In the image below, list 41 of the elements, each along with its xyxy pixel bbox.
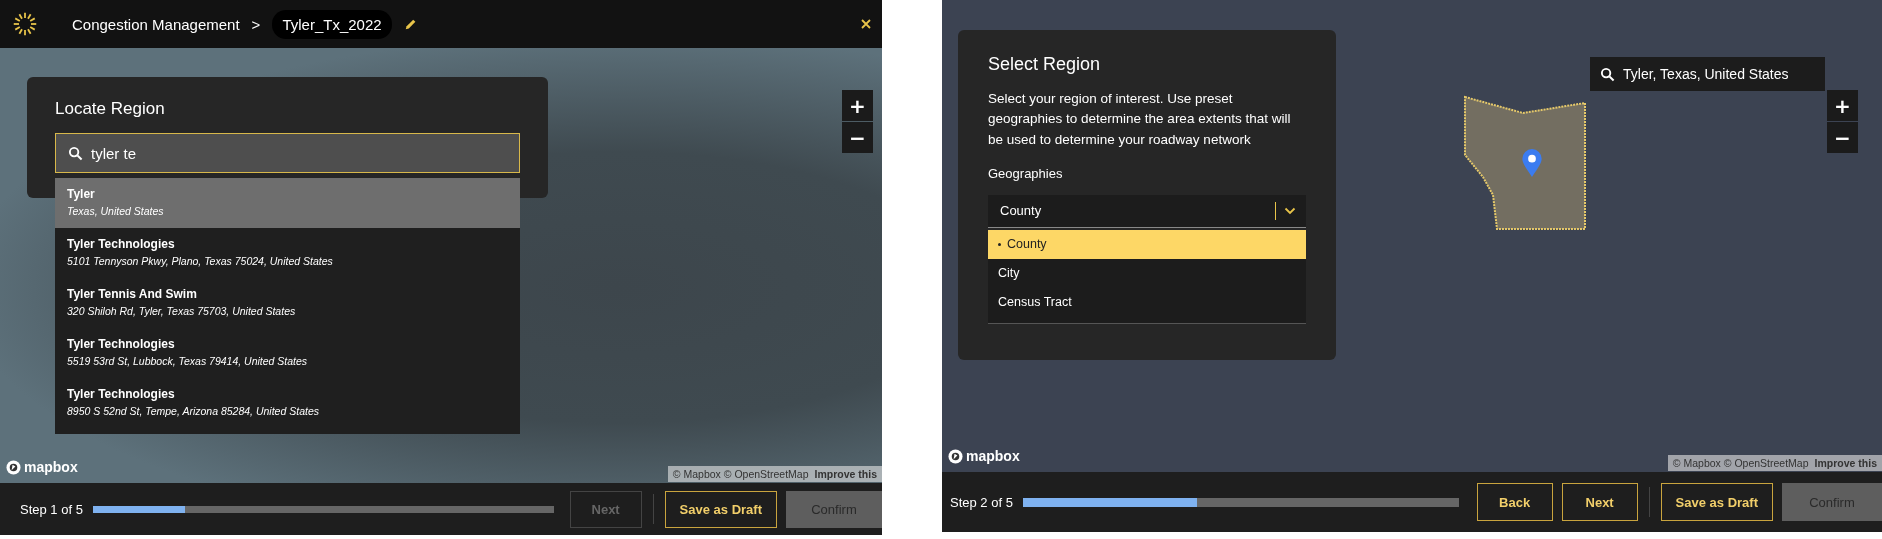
map-logo-text: mapbox [24, 459, 78, 475]
search-icon [1600, 66, 1615, 82]
dropdown-option[interactable]: Census Tract [988, 287, 1306, 317]
result-item[interactable]: Tyler Texas, United States [55, 178, 520, 228]
zoom-in-button[interactable]: + [842, 90, 873, 121]
result-item[interactable]: Tyler Technologies 5101 Tennyson Pkwy, Plano, Texas 75024, United States [55, 228, 520, 278]
project-name-chip: Tyler_Tx_2022 [272, 9, 392, 39]
step-label: Step 2 of 5 [950, 494, 1013, 510]
outline-button[interactable]: Back [1476, 483, 1553, 521]
dropdown-option[interactable]: County [988, 229, 1306, 259]
attribution-text: © Mapbox © OpenStreetMap [672, 468, 809, 480]
close-icon[interactable] [860, 18, 872, 30]
attribution-text: © Mapbox © OpenStreetMap [1672, 457, 1809, 469]
search-field[interactable]: tyler te [55, 133, 520, 173]
breadcrumb-separator: > [251, 15, 261, 33]
zoom-in-button[interactable]: + [1827, 90, 1858, 121]
field-label: Geographies [988, 165, 1064, 181]
dialog-title: Locate Region [55, 99, 166, 119]
zoom-out-button[interactable]: − [1827, 122, 1858, 153]
geography-select[interactable]: County [988, 194, 1306, 228]
improve-link[interactable]: Improve this [814, 468, 877, 480]
outline-button[interactable]: Save as Draft [664, 490, 777, 528]
search-icon [68, 145, 83, 161]
dialog-title: Select Region [988, 54, 1102, 75]
map-search-field[interactable]: Tyler, Texas, United States [1590, 57, 1825, 91]
map-logo-text: mapbox [966, 448, 1020, 464]
zoom-out-button[interactable]: − [842, 122, 873, 153]
location-pin-icon [1521, 148, 1543, 178]
app-title: Congestion Management [72, 15, 240, 33]
result-item[interactable]: Tyler Technologies 5519 53rd St, Lubbock, Texas 79414, United States [55, 328, 520, 378]
step-label: Step 1 of 5 [20, 501, 83, 517]
result-item[interactable]: Tyler Technologies 8950 S 52nd St, Tempe, Arizona 85284, United States [55, 378, 520, 428]
dialog-description: Select your region of interest. Use preset geographies to determine the area extents that will be used to determine your roadway network [988, 90, 1292, 149]
mapbox-logo-icon [6, 459, 21, 475]
result-item[interactable]: Tyler Tennis And Swim 320 Shiloh Rd, Tyler, Texas 75703, United States [55, 278, 520, 328]
outline-button[interactable]: Next [1561, 483, 1638, 521]
improve-link[interactable]: Improve this [1814, 457, 1877, 469]
edit-icon[interactable] [403, 17, 418, 31]
dropdown-option[interactable]: City [988, 258, 1306, 288]
mapbox-logo-icon [948, 448, 963, 464]
outline-button[interactable]: Save as Draft [1660, 483, 1773, 521]
